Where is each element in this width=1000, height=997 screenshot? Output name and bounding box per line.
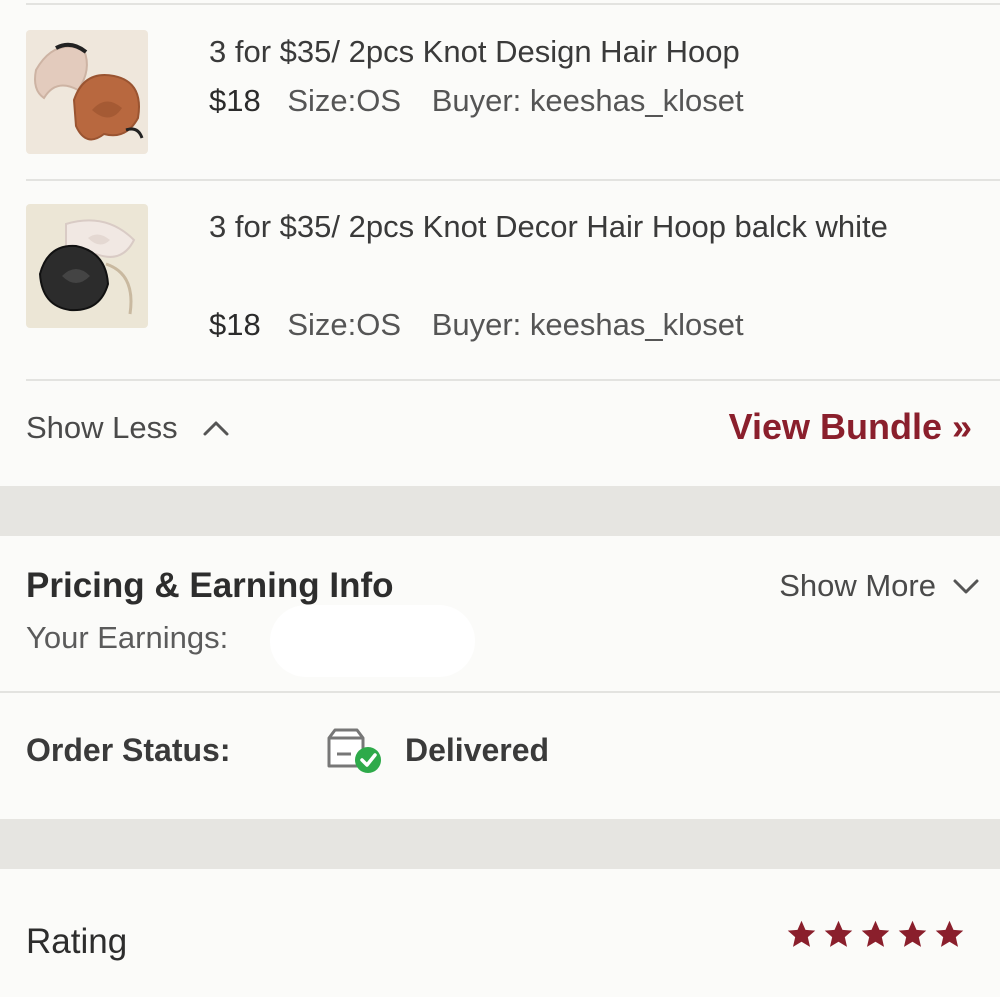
earnings-redaction <box>270 605 475 677</box>
item-size: Size:OS <box>287 307 402 342</box>
item-buyer[interactable]: Buyer: keeshas_kloset <box>432 83 744 118</box>
star-icon <box>861 920 890 947</box>
item-price: $18 <box>209 83 261 118</box>
section-divider <box>0 691 1000 693</box>
show-less-label: Show Less <box>26 410 178 445</box>
star-icon <box>787 920 816 947</box>
delivered-package-icon <box>325 726 383 776</box>
view-bundle-link[interactable]: View Bundle » <box>729 406 972 448</box>
chevron-down-icon <box>953 579 979 594</box>
show-more-label: Show More <box>779 568 936 603</box>
star-icon <box>898 920 927 947</box>
bundle-item[interactable]: 3 for $35/ 2pcs Knot Decor Hair Hoop bal… <box>0 180 1000 380</box>
section-separator <box>0 486 1000 536</box>
rating-label: Rating <box>26 922 128 961</box>
item-title[interactable]: 3 for $35/ 2pcs Knot Design Hair Hoop <box>209 27 960 76</box>
chevron-up-icon <box>203 421 229 436</box>
rating-stars <box>785 918 966 951</box>
item-thumbnail[interactable] <box>26 204 148 328</box>
show-more-button[interactable]: Show More <box>779 568 980 604</box>
order-status-label: Order Status: <box>26 732 231 768</box>
show-less-button[interactable]: Show Less <box>26 410 230 446</box>
item-price: $18 <box>209 307 261 342</box>
star-icon <box>824 920 853 947</box>
earnings-label: Your Earnings: <box>26 620 229 655</box>
item-meta: $18 Size:OS Buyer: keeshas_kloset <box>209 305 744 345</box>
pricing-section-title: Pricing & Earning Info <box>26 566 394 605</box>
bundle-item[interactable]: 3 for $35/ 2pcs Knot Design Hair Hoop $1… <box>0 0 1000 180</box>
order-status-value: Delivered <box>405 732 550 768</box>
item-buyer[interactable]: Buyer: keeshas_kloset <box>432 307 744 342</box>
star-icon <box>935 920 964 947</box>
item-divider <box>26 379 1000 381</box>
item-title[interactable]: 3 for $35/ 2pcs Knot Decor Hair Hoop bal… <box>209 202 960 251</box>
section-separator <box>0 819 1000 869</box>
item-thumbnail[interactable] <box>26 30 148 154</box>
item-meta: $18 Size:OS Buyer: keeshas_kloset <box>209 81 744 121</box>
item-size: Size:OS <box>287 83 402 118</box>
